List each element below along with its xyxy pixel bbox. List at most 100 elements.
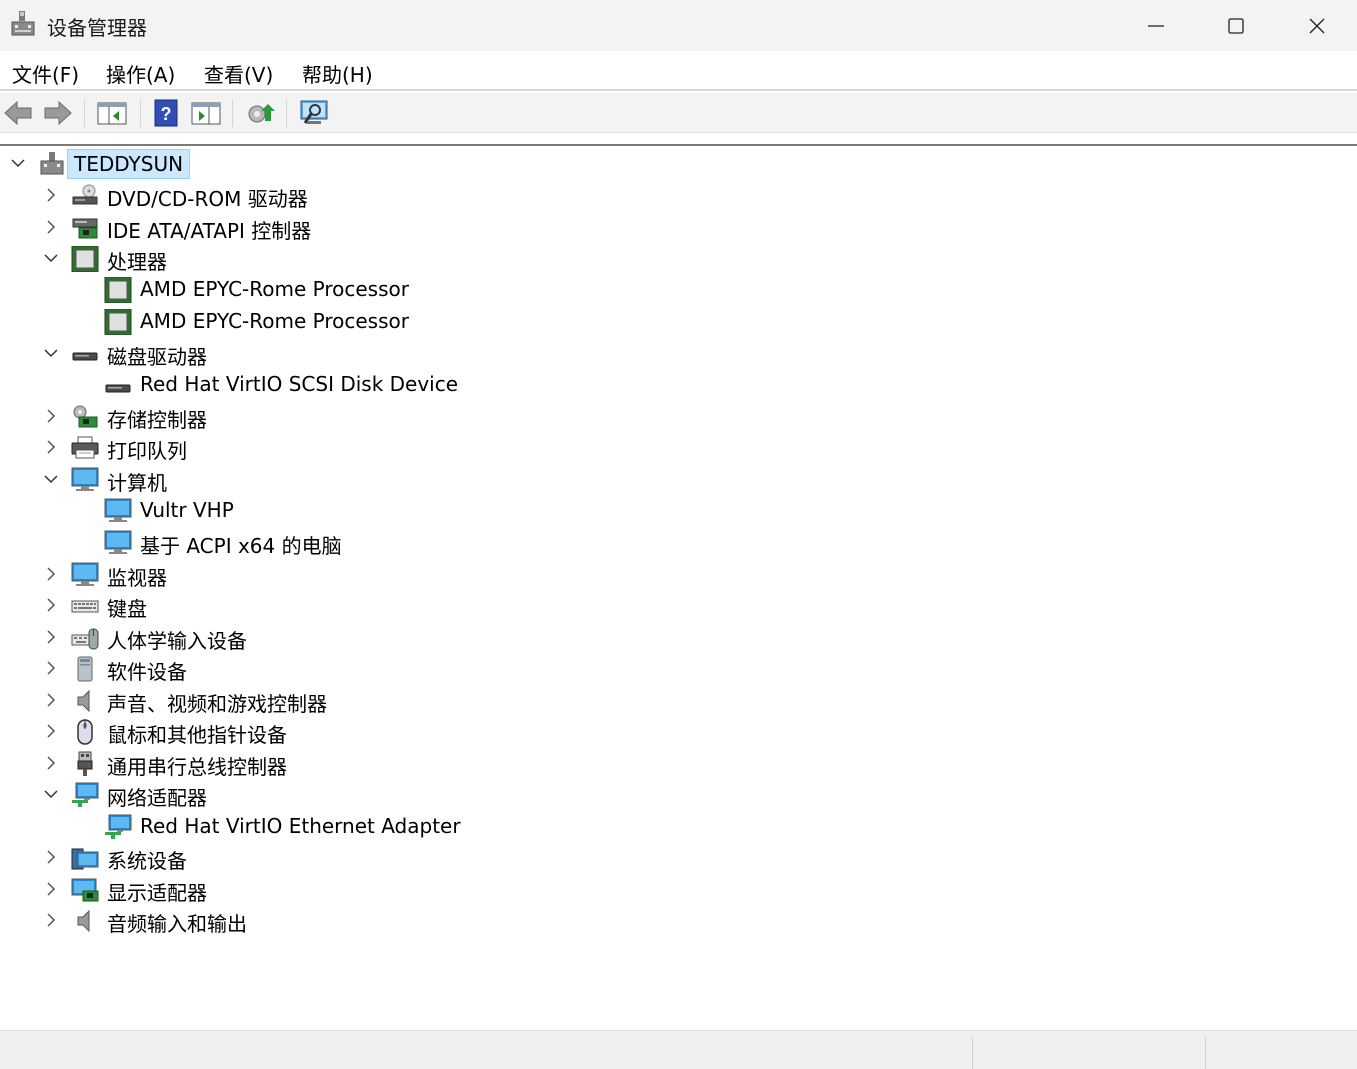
menu-view[interactable]: 查看(V) xyxy=(204,59,273,88)
chevron-right-icon[interactable] xyxy=(43,755,59,771)
tree-label[interactable]: 键盘 xyxy=(107,593,147,622)
forward-button[interactable] xyxy=(42,98,74,128)
properties-button[interactable] xyxy=(190,98,222,128)
tree-label[interactable]: Red Hat VirtIO Ethernet Adapter xyxy=(140,814,461,838)
toolbar-separator xyxy=(140,99,141,127)
close-button[interactable] xyxy=(1277,0,1357,51)
tree-category-processors[interactable]: 处理器 xyxy=(0,243,1357,274)
tree-label[interactable]: 处理器 xyxy=(107,246,167,275)
maximize-button[interactable] xyxy=(1196,0,1276,51)
chevron-down-icon[interactable] xyxy=(43,786,59,802)
tree-label[interactable]: 计算机 xyxy=(107,467,167,496)
chevron-right-icon[interactable] xyxy=(43,439,59,455)
menu-file[interactable]: 文件(F) xyxy=(12,59,79,88)
tree-category-hid[interactable]: 人体学输入设备 xyxy=(0,622,1357,653)
chevron-right-icon[interactable] xyxy=(43,219,59,235)
tree-category-usb[interactable]: 通用串行总线控制器 xyxy=(0,748,1357,779)
tree-label[interactable]: Red Hat VirtIO SCSI Disk Device xyxy=(140,372,458,396)
tree-label[interactable]: 监视器 xyxy=(107,562,167,591)
device-tree[interactable]: TEDDYSUN DVD/CD-ROM 驱动器 IDE ATA/ATAPI 控制… xyxy=(0,144,1357,1028)
speaker-icon xyxy=(77,689,90,713)
tree-device-computer[interactable]: 基于 ACPI x64 的电脑 xyxy=(0,527,1357,558)
tree-label[interactable]: 鼠标和其他指针设备 xyxy=(107,719,287,748)
tree-device-network[interactable]: Red Hat VirtIO Ethernet Adapter xyxy=(0,811,1357,842)
tree-category-software-devices[interactable]: 软件设备 xyxy=(0,653,1357,684)
tree-device-disk[interactable]: Red Hat VirtIO SCSI Disk Device xyxy=(0,369,1357,400)
chevron-right-icon[interactable] xyxy=(43,408,59,424)
console-tree-icon xyxy=(97,102,127,125)
tree-label[interactable]: IDE ATA/ATAPI 控制器 xyxy=(107,215,311,244)
storage-controller-icon xyxy=(73,405,98,428)
chevron-right-icon[interactable] xyxy=(43,566,59,582)
tree-category-storage[interactable]: 存储控制器 xyxy=(0,401,1357,432)
minimize-button[interactable] xyxy=(1116,0,1196,51)
back-button[interactable] xyxy=(2,98,34,128)
tree-root[interactable]: TEDDYSUN xyxy=(0,148,1357,179)
tree-label[interactable]: 声音、视频和游戏控制器 xyxy=(107,688,327,717)
chevron-right-icon[interactable] xyxy=(43,723,59,739)
speaker-icon xyxy=(77,909,90,933)
tree-label[interactable]: DVD/CD-ROM 驱动器 xyxy=(107,183,308,212)
toolbar-separator xyxy=(84,99,85,127)
tree-category-sound[interactable]: 声音、视频和游戏控制器 xyxy=(0,685,1357,716)
tree-category-keyboards[interactable]: 键盘 xyxy=(0,590,1357,621)
arrow-right-icon xyxy=(44,100,72,126)
device-manager-icon xyxy=(11,11,35,36)
tree-category-network[interactable]: 网络适配器 xyxy=(0,779,1357,810)
tree-category-print-queue[interactable]: 打印队列 xyxy=(0,432,1357,463)
chevron-right-icon[interactable] xyxy=(43,629,59,645)
chevron-right-icon[interactable] xyxy=(43,660,59,676)
disk-drive-icon xyxy=(72,352,98,361)
chevron-right-icon[interactable] xyxy=(43,849,59,865)
tree-category-monitors[interactable]: 监视器 xyxy=(0,559,1357,590)
update-driver-icon xyxy=(248,104,275,123)
tree-label[interactable]: 显示适配器 xyxy=(107,877,207,906)
tree-label[interactable]: 软件设备 xyxy=(107,656,187,685)
tree-device-processor[interactable]: AMD EPYC-Rome Processor xyxy=(0,274,1357,305)
tree-category-audio-io[interactable]: 音频输入和输出 xyxy=(0,905,1357,936)
tree-label[interactable]: AMD EPYC-Rome Processor xyxy=(140,277,409,301)
tree-label[interactable]: 存储控制器 xyxy=(107,404,207,433)
tree-device-computer[interactable]: Vultr VHP xyxy=(0,495,1357,526)
show-hide-tree-button[interactable] xyxy=(96,98,128,128)
chevron-right-icon[interactable] xyxy=(43,187,59,203)
chevron-right-icon[interactable] xyxy=(43,597,59,613)
scan-hardware-button[interactable] xyxy=(298,98,330,128)
tree-category-mice[interactable]: 鼠标和其他指针设备 xyxy=(0,716,1357,747)
tree-label[interactable]: 系统设备 xyxy=(107,845,187,874)
chevron-right-icon[interactable] xyxy=(43,881,59,897)
tree-label[interactable]: AMD EPYC-Rome Processor xyxy=(140,309,409,333)
chevron-down-icon[interactable] xyxy=(10,155,26,171)
tree-label[interactable]: Vultr VHP xyxy=(140,498,234,522)
tree-category-ide[interactable]: IDE ATA/ATAPI 控制器 xyxy=(0,212,1357,243)
processor-icon xyxy=(71,246,99,272)
tree-category-disk-drives[interactable]: 磁盘驱动器 xyxy=(0,338,1357,369)
chevron-right-icon[interactable] xyxy=(43,912,59,928)
help-button[interactable]: ? xyxy=(150,98,182,128)
system-device-icon xyxy=(71,848,99,870)
menu-action[interactable]: 操作(A) xyxy=(106,59,175,88)
tree-label[interactable]: 通用串行总线控制器 xyxy=(107,751,287,780)
chevron-down-icon[interactable] xyxy=(43,471,59,487)
tree-label[interactable]: 基于 ACPI x64 的电脑 xyxy=(140,530,342,559)
chevron-down-icon[interactable] xyxy=(43,345,59,361)
computer-name[interactable]: TEDDYSUN xyxy=(67,149,191,179)
tree-category-system[interactable]: 系统设备 xyxy=(0,842,1357,873)
menu-help[interactable]: 帮助(H) xyxy=(302,59,373,88)
tree-device-processor[interactable]: AMD EPYC-Rome Processor xyxy=(0,306,1357,337)
tree-label[interactable]: 人体学输入设备 xyxy=(107,625,247,654)
mouse-icon xyxy=(77,719,93,745)
chevron-down-icon[interactable] xyxy=(43,250,59,266)
network-adapter-icon xyxy=(72,782,99,807)
tree-category-display[interactable]: 显示适配器 xyxy=(0,874,1357,905)
tree-label[interactable]: 网络适配器 xyxy=(107,782,207,811)
chevron-right-icon[interactable] xyxy=(43,692,59,708)
svg-text:?: ? xyxy=(161,104,172,124)
tree-label[interactable]: 音频输入和输出 xyxy=(107,908,247,937)
tree-category-dvd[interactable]: DVD/CD-ROM 驱动器 xyxy=(0,180,1357,211)
tree-label[interactable]: 打印队列 xyxy=(107,435,187,464)
dvd-drive-icon xyxy=(72,184,98,205)
tree-label[interactable]: 磁盘驱动器 xyxy=(107,341,207,370)
tree-category-computer[interactable]: 计算机 xyxy=(0,464,1357,495)
update-driver-button[interactable] xyxy=(244,98,276,128)
